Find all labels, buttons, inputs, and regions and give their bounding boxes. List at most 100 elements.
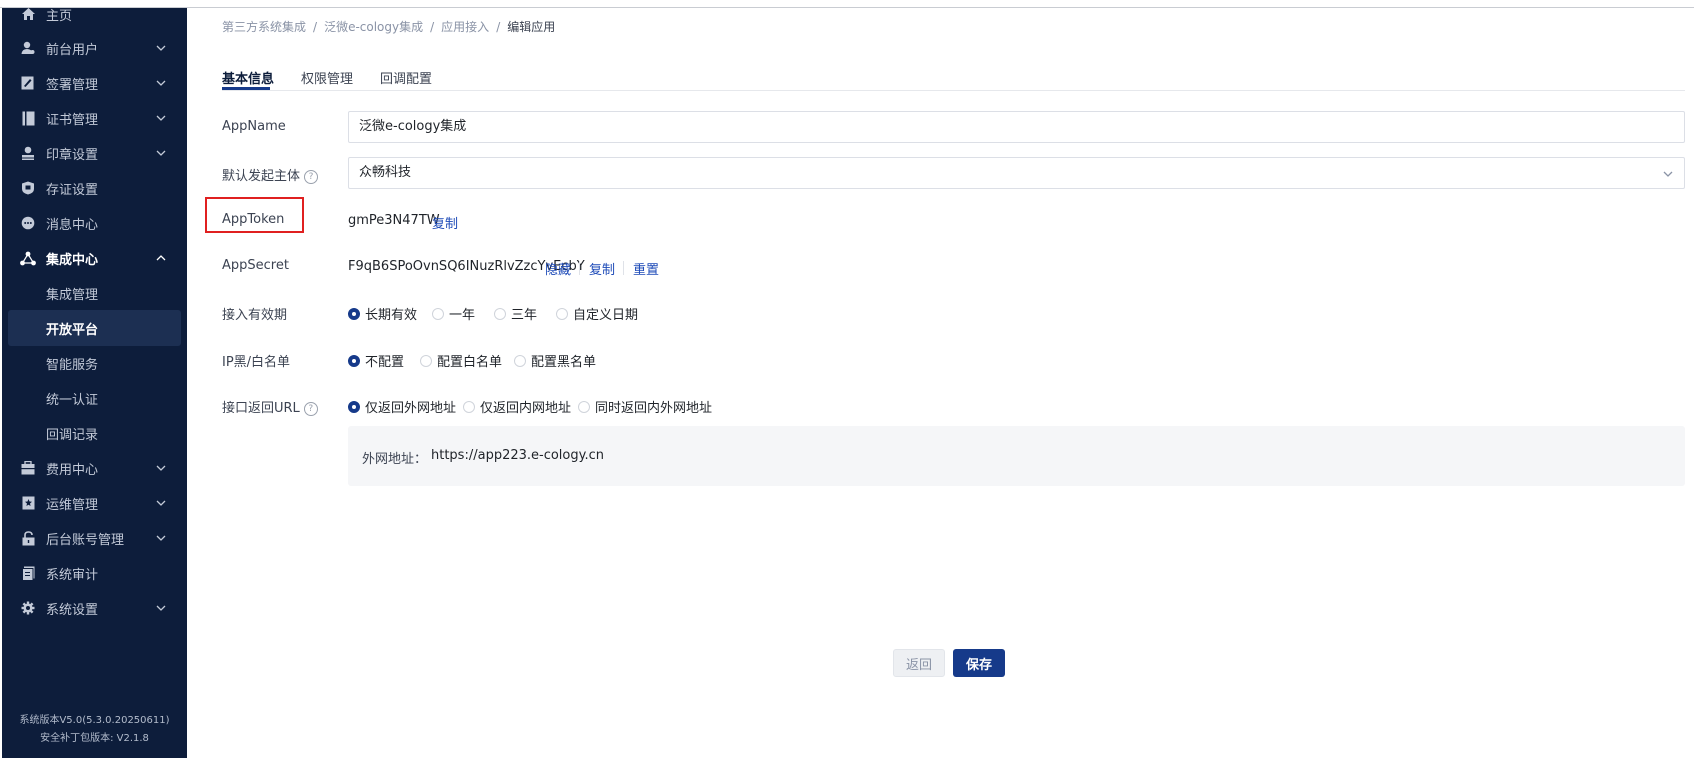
radio-dot [348, 400, 360, 413]
validity-radio-three-years[interactable]: 三年 [494, 304, 537, 323]
sidebar-item-label: 存证设置 [46, 183, 99, 198]
chevron-down-icon [156, 80, 166, 86]
sidebar-subitem-label: 开放平台 [46, 323, 99, 338]
ip-radio-whitelist[interactable]: 配置白名单 [420, 351, 502, 370]
breadcrumb-item[interactable]: 泛微e-cology集成 [324, 20, 423, 34]
chevron-down-icon [156, 465, 166, 471]
radio-dot [463, 400, 475, 413]
tab-permissions[interactable]: 权限管理 [301, 68, 353, 87]
sidebar: 主页 前台用户 签署管理 证书管理 印章设置 存证设置 消息中心 集成中心 集成… [2, 8, 187, 758]
active-tab-indicator [222, 87, 270, 90]
message-icon [20, 215, 36, 231]
sidebar-item-label: 费用中心 [46, 463, 99, 478]
sidebar-item-label: 后台账号管理 [46, 533, 125, 548]
chevron-down-icon [156, 500, 166, 506]
reset-secret-link[interactable]: 重置 [633, 259, 659, 278]
radio-label: 长期有效 [365, 308, 418, 323]
validity-label: 接入有效期 [222, 308, 288, 323]
app-token-label: AppToken [222, 212, 285, 227]
sidebar-item-label: 证书管理 [46, 113, 99, 128]
sidebar-item-label: 系统审计 [46, 568, 99, 583]
sidebar-item-label: 系统设置 [46, 603, 99, 618]
sidebar-item-fee-center[interactable]: 费用中心 [2, 450, 187, 486]
bookmark-icon [20, 495, 36, 511]
top-strip [0, 0, 1694, 8]
ip-list-label: IP黑/白名单 [222, 355, 291, 370]
sidebar-item-label: 主页 [46, 9, 73, 24]
app-name-input[interactable]: 泛微e-cology集成 [348, 111, 1685, 143]
breadcrumb-item[interactable]: 第三方系统集成 [222, 20, 306, 34]
ip-radio-blacklist[interactable]: 配置黑名单 [514, 351, 596, 370]
sidebar-item-system-audit[interactable]: 系统审计 [2, 555, 187, 591]
sidebar-subitem-integration-management[interactable]: 集成管理 [2, 275, 187, 311]
ip-radio-none[interactable]: 不配置 [348, 351, 404, 370]
tab-basic-info[interactable]: 基本信息 [222, 68, 274, 87]
sidebar-subitem-smart-services[interactable]: 智能服务 [2, 345, 187, 381]
chevron-down-icon [1663, 171, 1673, 177]
hide-secret-link[interactable]: 隐藏 [545, 259, 571, 278]
sidebar-item-messages[interactable]: 消息中心 [2, 205, 187, 241]
sidebar-item-label: 签署管理 [46, 78, 99, 93]
return-url-label: 接口返回URL? [222, 397, 318, 416]
sign-edit-icon [20, 75, 36, 91]
initiator-label: 默认发起主体? [222, 165, 319, 184]
chevron-down-icon [156, 535, 166, 541]
breadcrumb-item[interactable]: 应用接入 [441, 20, 489, 34]
validity-radio-long-term[interactable]: 长期有效 [348, 304, 417, 323]
sidebar-item-label: 集成中心 [46, 253, 99, 268]
sidebar-item-certificates[interactable]: 证书管理 [2, 100, 187, 136]
radio-dot [494, 307, 506, 320]
copy-token-link[interactable]: 复制 [432, 213, 458, 232]
save-button[interactable]: 保存 [953, 649, 1005, 677]
sidebar-item-admin-accounts[interactable]: 后台账号管理 [2, 520, 187, 556]
sidebar-item-integration-center[interactable]: 集成中心 [2, 240, 187, 276]
help-icon[interactable]: ? [303, 402, 318, 416]
sidebar-item-seal-settings[interactable]: 印章设置 [2, 135, 187, 171]
sidebar-item-system-settings[interactable]: 系统设置 [2, 590, 187, 626]
url-radio-external-only[interactable]: 仅返回外网地址 [348, 397, 456, 416]
validity-radio-one-year[interactable]: 一年 [432, 304, 475, 323]
radio-label: 仅返回内网地址 [480, 401, 572, 416]
sidebar-subitem-label: 智能服务 [46, 358, 99, 373]
chevron-down-icon [156, 115, 166, 121]
initiator-select-value: 众畅科技 [359, 165, 412, 180]
initiator-select[interactable]: 众畅科技 [348, 157, 1685, 189]
radio-dot [514, 354, 526, 367]
sidebar-item-evidence-settings[interactable]: 存证设置 [2, 170, 187, 206]
link-divider [623, 261, 624, 275]
app-token-value: gmPe3N47TW [348, 213, 440, 228]
chevron-down-icon [156, 150, 166, 156]
link-divider [579, 261, 580, 275]
radio-label: 自定义日期 [573, 308, 639, 323]
url-radio-internal-only[interactable]: 仅返回内网地址 [463, 397, 571, 416]
evidence-icon [20, 180, 36, 196]
external-url-panel: 外网地址： https://app223.e-cology.cn [348, 426, 1685, 486]
sidebar-subitem-label: 集成管理 [46, 288, 99, 303]
sidebar-item-signing[interactable]: 签署管理 [2, 65, 187, 101]
app-secret-label: AppSecret [222, 258, 289, 273]
radio-dot [578, 400, 590, 413]
sidebar-item-home[interactable]: 主页 [2, 0, 187, 32]
validity-radio-custom-date[interactable]: 自定义日期 [556, 304, 638, 323]
sidebar-subitem-open-platform[interactable]: 开放平台 [8, 310, 181, 346]
tab-bar: 基本信息 权限管理 回调配置 [222, 54, 1685, 91]
tab-callback-config[interactable]: 回调配置 [380, 68, 432, 87]
breadcrumb-separator: / [430, 20, 435, 34]
breadcrumb-separator: / [313, 20, 318, 34]
gear-icon [20, 600, 36, 616]
sidebar-subitem-callback-records[interactable]: 回调记录 [2, 415, 187, 451]
sidebar-item-label: 消息中心 [46, 218, 99, 233]
audit-icon [20, 565, 36, 581]
copy-secret-link[interactable]: 复制 [589, 259, 615, 278]
url-radio-both[interactable]: 同时返回内外网地址 [578, 397, 712, 416]
sidebar-item-frontend-users[interactable]: 前台用户 [2, 30, 187, 66]
seal-icon [20, 145, 36, 161]
help-icon[interactable]: ? [304, 170, 319, 184]
sidebar-item-operations[interactable]: 运维管理 [2, 485, 187, 521]
radio-dot [556, 307, 568, 320]
back-button[interactable]: 返回 [893, 649, 945, 677]
sidebar-subitem-unified-auth[interactable]: 统一认证 [2, 380, 187, 416]
radio-label: 配置黑名单 [531, 355, 597, 370]
chevron-up-icon [156, 255, 166, 261]
return-url-label-text: 接口返回URL [222, 401, 300, 416]
